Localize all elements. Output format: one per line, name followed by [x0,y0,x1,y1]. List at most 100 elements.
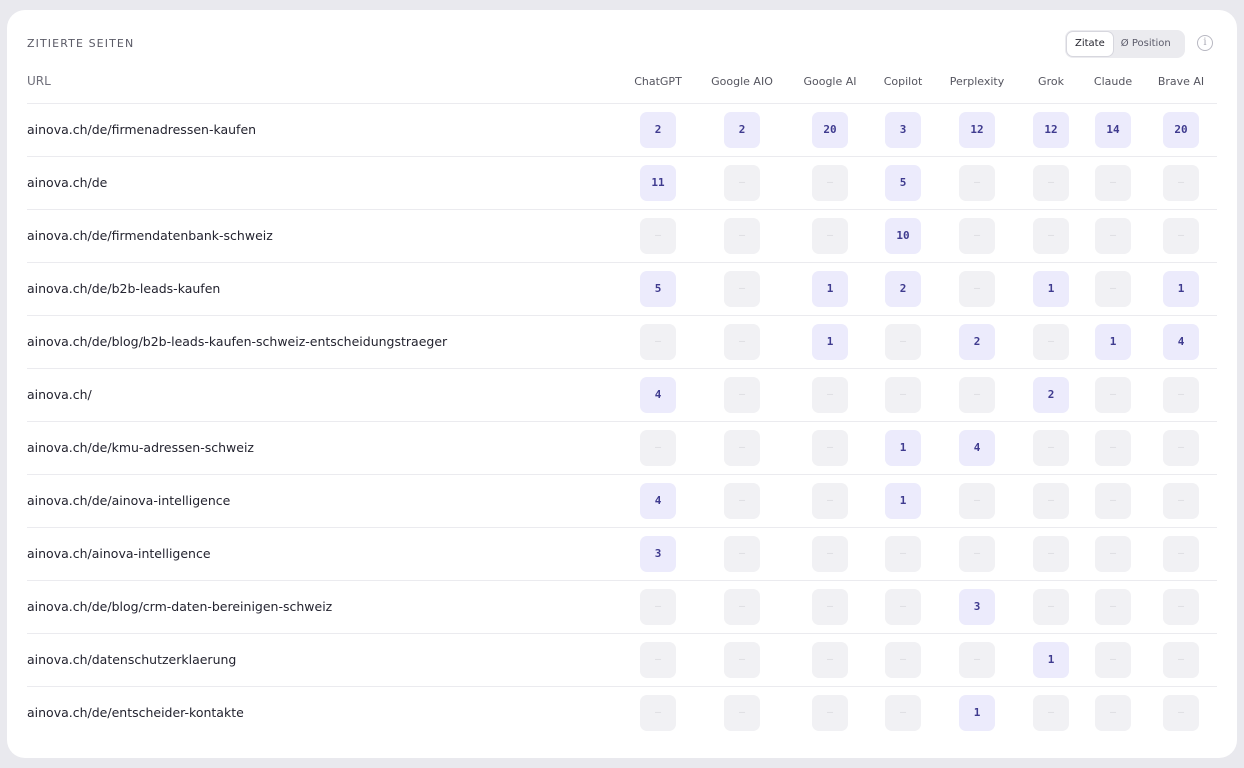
empty-cell[interactable]: — [812,218,848,254]
citation-count-cell[interactable]: 1 [1033,271,1069,307]
empty-cell[interactable]: — [1163,377,1199,413]
page-url[interactable]: ainova.ch/de/blog/crm-daten-bereinigen-s… [27,599,332,614]
citation-count-cell[interactable]: 1 [812,271,848,307]
empty-cell[interactable]: — [640,430,676,466]
empty-cell[interactable]: — [1033,589,1069,625]
empty-cell[interactable]: — [812,642,848,678]
empty-cell[interactable]: — [640,589,676,625]
citation-count-cell[interactable]: 4 [640,377,676,413]
citation-count-cell[interactable]: 14 [1095,112,1131,148]
citation-count-cell[interactable]: 1 [1095,324,1131,360]
page-url[interactable]: ainova.ch/datenschutzerklaerung [27,652,236,667]
empty-cell[interactable]: — [1033,483,1069,519]
empty-cell[interactable]: — [1163,218,1199,254]
empty-cell[interactable]: — [812,165,848,201]
empty-cell[interactable]: — [812,589,848,625]
empty-cell[interactable]: — [1095,430,1131,466]
empty-cell[interactable]: — [1033,165,1069,201]
empty-cell[interactable]: — [640,695,676,731]
empty-cell[interactable]: — [885,642,921,678]
empty-cell[interactable]: — [1095,165,1131,201]
citation-count-cell[interactable]: 10 [885,218,921,254]
empty-cell[interactable]: — [1163,695,1199,731]
empty-cell[interactable]: — [812,536,848,572]
empty-cell[interactable]: — [885,589,921,625]
empty-cell[interactable]: — [1095,377,1131,413]
citation-count-cell[interactable]: 20 [1163,112,1199,148]
citation-count-cell[interactable]: 2 [724,112,760,148]
empty-cell[interactable]: — [724,430,760,466]
empty-cell[interactable]: — [724,483,760,519]
page-url[interactable]: ainova.ch/de/firmendatenbank-schweiz [27,228,273,243]
citation-count-cell[interactable]: 4 [1163,324,1199,360]
citation-count-cell[interactable]: 5 [640,271,676,307]
citation-count-cell[interactable]: 5 [885,165,921,201]
page-url[interactable]: ainova.ch/de/b2b-leads-kaufen [27,281,220,296]
citation-count-cell[interactable]: 1 [885,483,921,519]
citation-count-cell[interactable]: 1 [1163,271,1199,307]
citation-count-cell[interactable]: 12 [959,112,995,148]
empty-cell[interactable]: — [885,324,921,360]
citation-count-cell[interactable]: 3 [640,536,676,572]
info-icon[interactable]: i [1197,35,1213,51]
empty-cell[interactable]: — [959,377,995,413]
empty-cell[interactable]: — [959,271,995,307]
citation-count-cell[interactable]: 20 [812,112,848,148]
page-url[interactable]: ainova.ch/de/ainova-intelligence [27,493,230,508]
citation-count-cell[interactable]: 4 [959,430,995,466]
citation-count-cell[interactable]: 1 [885,430,921,466]
citation-count-cell[interactable]: 2 [885,271,921,307]
empty-cell[interactable]: — [959,483,995,519]
empty-cell[interactable]: — [1095,589,1131,625]
empty-cell[interactable]: — [1163,483,1199,519]
empty-cell[interactable]: — [812,695,848,731]
citation-count-cell[interactable]: 1 [1033,642,1069,678]
citation-count-cell[interactable]: 4 [640,483,676,519]
column-header-google-aio[interactable]: Google AIO [697,75,787,88]
empty-cell[interactable]: — [1033,430,1069,466]
empty-cell[interactable]: — [959,642,995,678]
empty-cell[interactable]: — [959,165,995,201]
citation-count-cell[interactable]: 12 [1033,112,1069,148]
empty-cell[interactable]: — [1163,642,1199,678]
empty-cell[interactable]: — [1095,642,1131,678]
citation-count-cell[interactable]: 2 [1033,377,1069,413]
empty-cell[interactable]: — [640,324,676,360]
empty-cell[interactable]: — [1163,165,1199,201]
empty-cell[interactable]: — [812,430,848,466]
citation-count-cell[interactable]: 1 [812,324,848,360]
empty-cell[interactable]: — [1095,695,1131,731]
column-header-brave-ai[interactable]: Brave AI [1136,75,1226,88]
empty-cell[interactable]: — [812,483,848,519]
citation-count-cell[interactable]: 2 [959,324,995,360]
empty-cell[interactable]: — [1033,324,1069,360]
empty-cell[interactable]: — [1095,271,1131,307]
empty-cell[interactable]: — [1163,589,1199,625]
empty-cell[interactable]: — [724,695,760,731]
citation-count-cell[interactable]: 1 [959,695,995,731]
page-url[interactable]: ainova.ch/de/firmenadressen-kaufen [27,122,256,137]
empty-cell[interactable]: — [885,536,921,572]
empty-cell[interactable]: — [1033,218,1069,254]
citation-count-cell[interactable]: 3 [885,112,921,148]
empty-cell[interactable]: — [885,377,921,413]
empty-cell[interactable]: — [1163,430,1199,466]
empty-cell[interactable]: — [1033,695,1069,731]
empty-cell[interactable]: — [1095,218,1131,254]
empty-cell[interactable]: — [640,642,676,678]
empty-cell[interactable]: — [885,695,921,731]
empty-cell[interactable]: — [640,218,676,254]
empty-cell[interactable]: — [724,165,760,201]
citation-count-cell[interactable]: 11 [640,165,676,201]
empty-cell[interactable]: — [1033,536,1069,572]
empty-cell[interactable]: — [724,642,760,678]
empty-cell[interactable]: — [724,536,760,572]
toggle-avg-position-button[interactable]: Ø Position [1113,32,1179,56]
empty-cell[interactable]: — [1163,536,1199,572]
empty-cell[interactable]: — [724,377,760,413]
citation-count-cell[interactable]: 3 [959,589,995,625]
empty-cell[interactable]: — [724,271,760,307]
page-url[interactable]: ainova.ch/de/entscheider-kontakte [27,705,244,720]
empty-cell[interactable]: — [1095,536,1131,572]
empty-cell[interactable]: — [724,589,760,625]
